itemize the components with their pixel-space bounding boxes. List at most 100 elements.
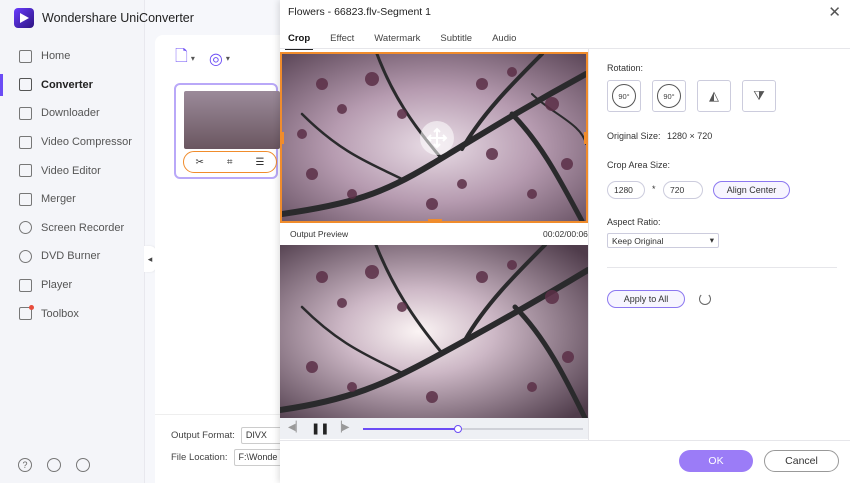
apply-to-all-button[interactable]: Apply to All [607, 290, 685, 308]
sidebar-item-screen-recorder[interactable]: Screen Recorder [0, 214, 145, 243]
move-crop-icon[interactable] [420, 121, 454, 155]
sidebar-item-dvd-burner[interactable]: DVD Burner [0, 242, 145, 271]
sidebar-item-label: Merger [41, 193, 76, 206]
rotate-counterclockwise-button[interactable]: 90° [652, 80, 686, 112]
dialog-title: Flowers - 66823.flv-Segment 1 [288, 6, 431, 18]
sidebar-nav: Home Converter Downloader Video Compress… [0, 42, 145, 328]
crop-area-label: Crop Area Size: [607, 160, 671, 170]
crop-width-input[interactable]: 1280 [607, 181, 645, 199]
sidebar-item-player[interactable]: Player [0, 271, 145, 300]
crop-handle-right[interactable] [584, 132, 586, 144]
sidebar-item-downloader[interactable]: Downloader [0, 99, 145, 128]
footer-divider [280, 440, 850, 441]
playback-progress [363, 428, 458, 430]
tab-subtitle[interactable]: Subtitle [440, 33, 472, 48]
dialog-tabs: Crop Effect Watermark Subtitle Audio [284, 33, 516, 50]
edit-dialog: Flowers - 66823.flv-Segment 1 ✕ Crop Eff… [280, 0, 850, 483]
sidebar-item-home[interactable]: Home [0, 42, 145, 71]
sidebar-bottom-icons: ? [18, 458, 90, 472]
play-icon [19, 278, 32, 292]
close-icon[interactable]: ✕ [828, 3, 841, 21]
sidebar-item-label: Screen Recorder [41, 221, 125, 234]
sidebar-item-label: Player [41, 279, 73, 292]
crop-icon[interactable]: ⌗ [227, 157, 233, 168]
sidebar-item-label: Toolbox [41, 307, 79, 320]
sidebar-item-merger[interactable]: Merger [0, 185, 145, 214]
crop-size-separator: * [652, 184, 656, 194]
output-preview-video [280, 245, 588, 418]
brand: Wondershare UniConverter [14, 8, 194, 28]
add-disc-icon: ◎ [208, 50, 223, 68]
sidebar-item-label: Home [41, 50, 71, 63]
disc-icon [19, 249, 32, 263]
tab-effect[interactable]: Effect [330, 33, 354, 48]
add-file-icon: 🗋 [175, 48, 188, 65]
flip-vertical-button[interactable]: ⧩ [742, 80, 776, 112]
tab-watermark[interactable]: Watermark [374, 33, 420, 48]
sidebar-item-label: Video Compressor [41, 136, 132, 149]
home-icon [19, 49, 32, 63]
flip-horizontal-icon: ◭ [709, 88, 719, 103]
chevron-down-icon: ▾ [225, 54, 230, 63]
sidebar: Wondershare UniConverter Home Converter … [0, 0, 194, 483]
aspect-ratio-select[interactable]: Keep Original ▾ [607, 233, 719, 248]
add-from-device-button[interactable]: ◎ ▾ [209, 49, 230, 69]
reset-icon[interactable] [699, 293, 711, 305]
preview-time: 00:02/00:06 [543, 229, 588, 239]
file-location-label: File Location: [171, 452, 228, 463]
tab-audio[interactable]: Audio [492, 33, 516, 48]
scissors-icon [19, 164, 32, 178]
next-frame-icon[interactable]: ▕▶ [334, 422, 349, 433]
sidebar-item-video-compressor[interactable]: Video Compressor [0, 128, 145, 157]
output-preview-label: Output Preview [290, 229, 349, 239]
pause-icon[interactable]: ❚❚ [311, 422, 329, 435]
panel-divider [588, 49, 589, 440]
add-files-button[interactable]: 🗋 ▾ [175, 45, 195, 72]
aspect-ratio-value: Keep Original [612, 235, 664, 246]
notification-dot [29, 305, 34, 311]
effects-menu-icon[interactable]: ☰ [256, 157, 265, 168]
sidebar-item-video-editor[interactable]: Video Editor [0, 156, 145, 185]
crop-handle-left[interactable] [282, 132, 284, 144]
crop-video-frame[interactable] [280, 52, 588, 223]
sidebar-item-label: DVD Burner [41, 250, 101, 263]
crop-handle-bottom[interactable] [428, 219, 442, 221]
crop-height-input[interactable]: 720 [663, 181, 703, 199]
file-card[interactable]: ✂ ⌗ ☰ [174, 83, 280, 179]
app-name: Wondershare UniConverter [42, 11, 194, 25]
rotate-clockwise-button[interactable]: 90° [607, 80, 641, 112]
ok-button[interactable]: OK [679, 450, 753, 472]
converter-footer: Output Format: DIVX File Location: F:\Wo… [155, 414, 301, 483]
aspect-ratio-label: Aspect Ratio: [607, 217, 661, 227]
sidebar-item-label: Video Editor [41, 164, 101, 177]
help-icon[interactable]: ? [18, 458, 32, 472]
toolbox-icon [19, 305, 34, 321]
sidebar-item-toolbox[interactable]: Toolbox [0, 299, 145, 328]
cancel-button[interactable]: Cancel [764, 450, 839, 472]
sidebar-item-converter[interactable]: Converter [0, 71, 145, 100]
download-icon [19, 106, 32, 120]
tab-crop[interactable]: Crop [284, 33, 314, 50]
align-center-button[interactable]: Align Center [713, 181, 790, 199]
previous-frame-icon[interactable]: ◀▏ [288, 422, 303, 433]
compress-icon [19, 135, 32, 149]
feedback-icon[interactable] [76, 458, 90, 472]
record-icon [19, 221, 32, 235]
playback-slider-handle[interactable] [453, 425, 462, 433]
converter-toolbar: 🗋 ▾ ◎ ▾ [175, 45, 230, 72]
rotate-counterclockwise-icon: 90° [657, 84, 681, 108]
app-logo-icon [14, 8, 34, 28]
output-format-label: Output Format: [171, 430, 235, 441]
sidebar-item-label: Converter [41, 78, 93, 91]
bell-icon[interactable] [47, 458, 61, 472]
converter-icon [19, 78, 32, 92]
chevron-down-icon: ▾ [709, 235, 714, 245]
chevron-down-icon: ▾ [190, 54, 195, 63]
flip-horizontal-button[interactable]: ◭ [697, 80, 731, 112]
flip-vertical-icon: ⧩ [753, 88, 765, 103]
original-size-label: Original Size: [607, 131, 661, 141]
trim-icon[interactable]: ✂ [196, 157, 204, 168]
move-arrows-icon [426, 127, 448, 149]
settings-divider [607, 267, 837, 268]
playback-slider[interactable] [363, 425, 583, 433]
